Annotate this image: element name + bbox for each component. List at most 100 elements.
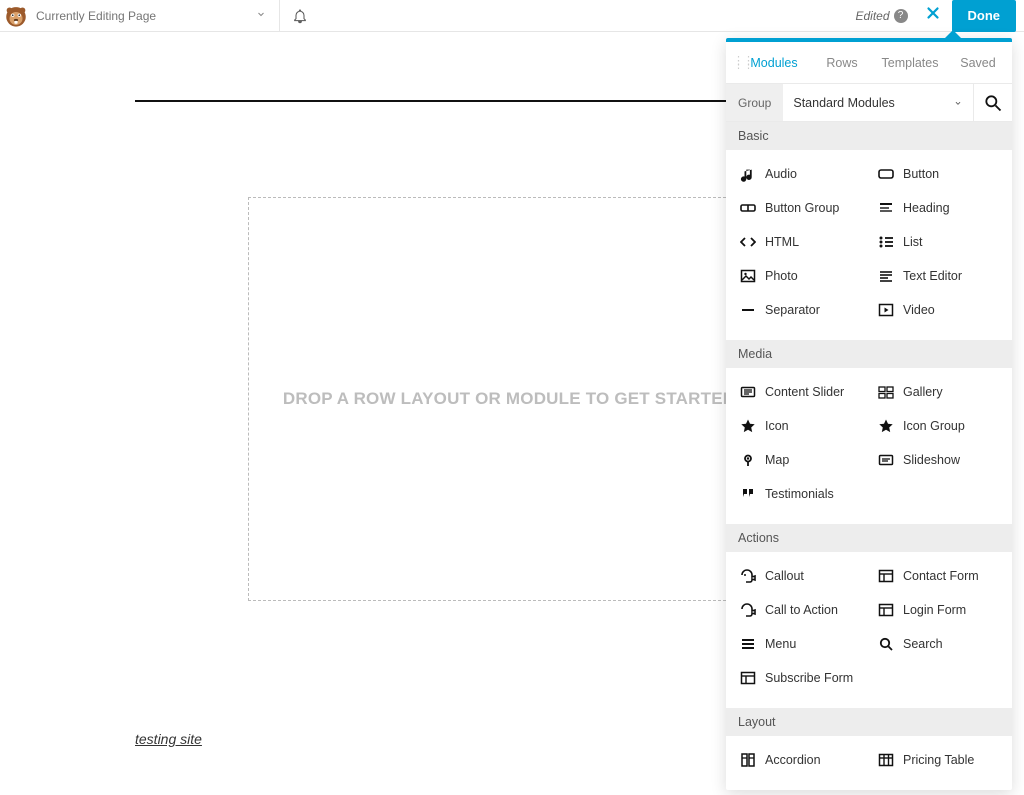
module-video[interactable]: Video	[870, 294, 1006, 326]
module-label: Login Form	[903, 603, 966, 617]
tab-templates[interactable]: Templates	[876, 56, 944, 70]
separator-icon	[740, 302, 756, 318]
module-label: Icon Group	[903, 419, 965, 433]
tab-rows[interactable]: Rows	[808, 56, 876, 70]
panel-search-button[interactable]	[974, 84, 1012, 121]
group-label: Group	[726, 84, 783, 121]
section-header-layout[interactable]: Layout	[726, 708, 1012, 736]
module-label: Video	[903, 303, 935, 317]
module-text-editor[interactable]: Text Editor	[870, 260, 1006, 292]
map-icon	[740, 452, 756, 468]
module-map[interactable]: Map	[732, 444, 868, 476]
module-icon-group[interactable]: Icon Group	[870, 410, 1006, 442]
module-grid-basic: Audio Button Button Group Heading HTML List Ph…	[726, 150, 1012, 340]
module-button-group[interactable]: Button Group	[732, 192, 868, 224]
top-toolbar: Currently Editing Page Edited ? Done	[0, 0, 1024, 32]
empty-dropzone[interactable]: DROP A ROW LAYOUT OR MODULE TO GET START…	[248, 197, 776, 601]
audio-icon	[740, 166, 756, 182]
module-slideshow[interactable]: Slideshow	[870, 444, 1006, 476]
page-title-label: Currently Editing Page	[36, 9, 156, 23]
html-icon	[740, 234, 756, 250]
module-label: Gallery	[903, 385, 943, 399]
module-login-form[interactable]: Login Form	[870, 594, 1006, 626]
module-testimonials[interactable]: Testimonials	[732, 478, 868, 510]
module-label: Menu	[765, 637, 796, 651]
app-logo[interactable]	[0, 0, 32, 32]
module-label: Contact Form	[903, 569, 979, 583]
site-title-link[interactable]: testing site	[135, 731, 202, 747]
module-icon[interactable]: Icon	[732, 410, 868, 442]
module-content-slider[interactable]: Content Slider	[732, 376, 868, 408]
tab-modules[interactable]: Modules	[740, 56, 808, 70]
module-callout[interactable]: Callout	[732, 560, 868, 592]
module-gallery[interactable]: Gallery	[870, 376, 1006, 408]
group-filter-row: Group Standard Modules	[726, 84, 1012, 122]
bell-icon	[292, 8, 308, 24]
module-label: Map	[765, 453, 789, 467]
section-header-media[interactable]: Media	[726, 340, 1012, 368]
module-cta[interactable]: Call to Action	[732, 594, 868, 626]
icon-icon	[740, 418, 756, 434]
module-list[interactable]: List	[870, 226, 1006, 258]
section-header-actions[interactable]: Actions	[726, 524, 1012, 552]
section-header-basic[interactable]: Basic	[726, 122, 1012, 150]
done-button[interactable]: Done	[952, 0, 1017, 32]
module-menu[interactable]: Menu	[732, 628, 868, 660]
module-audio[interactable]: Audio	[732, 158, 868, 190]
video-icon	[878, 302, 894, 318]
panel-tabs: ⋮⋮⋮⋮ Modules Rows Templates Saved	[726, 42, 1012, 84]
module-accordion[interactable]: Accordion	[732, 744, 868, 776]
module-contact-form[interactable]: Contact Form	[870, 560, 1006, 592]
module-button[interactable]: Button	[870, 158, 1006, 190]
module-label: List	[903, 235, 922, 249]
cta-icon	[740, 602, 756, 618]
close-panel-button[interactable]	[914, 4, 952, 28]
module-label: Button	[903, 167, 939, 181]
module-label: Pricing Table	[903, 753, 974, 767]
module-separator[interactable]: Separator	[732, 294, 868, 326]
module-photo[interactable]: Photo	[732, 260, 868, 292]
module-html[interactable]: HTML	[732, 226, 868, 258]
heading-icon	[878, 200, 894, 216]
module-label: Callout	[765, 569, 804, 583]
module-search[interactable]: Search	[870, 628, 1006, 660]
button-group-icon	[740, 200, 756, 216]
topbar-left: Currently Editing Page	[0, 0, 280, 31]
content-slider-icon	[740, 384, 756, 400]
close-icon	[924, 4, 942, 22]
module-subscribe[interactable]: Subscribe Form	[732, 662, 868, 694]
module-label: Accordion	[765, 753, 821, 767]
module-label: HTML	[765, 235, 799, 249]
dropzone-text: DROP A ROW LAYOUT OR MODULE TO GET START…	[283, 389, 741, 409]
module-label: Testimonials	[765, 487, 834, 501]
panel-scroll-inner[interactable]: Basic Audio Button Button Group Heading HTML…	[726, 122, 1012, 790]
tab-saved[interactable]: Saved	[944, 56, 1012, 70]
module-label: Text Editor	[903, 269, 962, 283]
accordion-icon	[740, 752, 756, 768]
module-label: Content Slider	[765, 385, 844, 399]
module-label: Slideshow	[903, 453, 960, 467]
pricing-icon	[878, 752, 894, 768]
group-select[interactable]: Standard Modules	[783, 84, 974, 121]
list-icon	[878, 234, 894, 250]
slideshow-icon	[878, 452, 894, 468]
panel-drag-handle[interactable]: ⋮⋮⋮⋮	[730, 59, 740, 67]
edited-status[interactable]: Edited ?	[855, 9, 907, 23]
notifications-button[interactable]	[280, 0, 320, 31]
search-icon	[878, 636, 894, 652]
help-icon: ?	[894, 9, 908, 23]
chevron-down-icon	[255, 8, 267, 20]
icon-group-icon	[878, 418, 894, 434]
module-label: Subscribe Form	[765, 671, 853, 685]
chevron-down-icon	[953, 98, 963, 108]
contact-form-icon	[878, 568, 894, 584]
testimonials-icon	[740, 486, 756, 502]
module-label: Heading	[903, 201, 950, 215]
module-label: Separator	[765, 303, 820, 317]
module-heading[interactable]: Heading	[870, 192, 1006, 224]
beaver-logo-icon	[3, 3, 29, 29]
panel-pointer	[944, 30, 962, 39]
module-pricing[interactable]: Pricing Table	[870, 744, 1006, 776]
text-editor-icon	[878, 268, 894, 284]
title-dropdown-toggle[interactable]	[251, 3, 271, 29]
